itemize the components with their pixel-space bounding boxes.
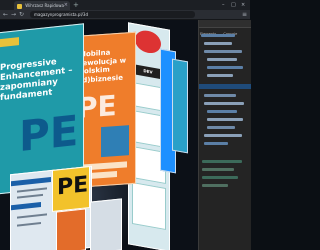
tab-title: Wihrzasz Rapidowa [25,3,64,8]
back-icon[interactable]: ← [3,10,8,19]
dom-node[interactable] [207,118,243,121]
yellow-card-text: PE [57,172,89,201]
selected-node[interactable] [199,84,251,89]
cover-big-text: PE [19,105,79,162]
cover-title: Progressive Enhancement – zapomniany fun… [0,57,73,104]
address-bar[interactable]: magazynprogramista.pl/3d [30,11,195,18]
style-rule[interactable] [202,160,242,163]
forward-icon[interactable]: → [11,10,16,19]
browser-tab[interactable]: Wihrzasz Rapidowa × [14,1,70,10]
dom-node[interactable] [207,126,235,129]
yellow-card[interactable]: PE [52,166,90,212]
layer-edge [172,58,188,154]
dom-node[interactable] [207,66,243,69]
favicon-icon [17,3,22,9]
cover-badge [0,37,19,48]
dom-node[interactable] [207,58,237,61]
sidebar-box [132,182,166,230]
tab-close-icon[interactable]: × [64,1,68,10]
red-badge [135,28,161,56]
minimize-icon[interactable]: – [222,0,225,10]
dom-node[interactable] [207,74,233,77]
dom-node[interactable] [204,134,242,137]
dom-node[interactable] [201,34,235,37]
style-rule[interactable] [202,168,234,171]
lower-page [90,198,122,250]
menu-icon[interactable]: ≡ [242,10,247,19]
maximize-icon[interactable]: □ [231,0,236,10]
lower-text-line [17,193,43,199]
page-3d-view[interactable]: DEV Mobilna rewolucja w polskim (d)bizne… [0,20,198,250]
dom-node[interactable] [204,102,244,105]
close-icon[interactable]: × [241,0,245,10]
article-photo [101,125,129,158]
browser-toolbar: ← → ↻ magazynprogramista.pl/3d ≡ [0,10,250,20]
style-rule[interactable] [202,176,238,179]
dom-node[interactable] [207,110,237,113]
title-bar: Wihrzasz Rapidowa × + – □ × [0,0,250,10]
dom-node[interactable] [204,50,242,53]
lower-cover [56,208,86,250]
dom-node[interactable] [204,94,236,97]
lower-text-line [17,222,41,227]
style-rule[interactable] [202,184,228,187]
devtools-panel[interactable]: Elements Console [198,20,251,250]
lower-bar [11,202,41,211]
article-title: Mobilna rewolucja w polskim (d)biznesie [79,48,127,85]
lower-text-line [17,187,47,193]
right-logo: DEV [133,64,163,80]
new-tab-button[interactable]: + [73,0,79,10]
devtools-tabs: Elements Console [199,20,251,36]
lower-text-line [17,213,47,219]
reload-icon[interactable]: ↻ [19,10,24,19]
dom-node[interactable] [204,142,228,145]
dom-node[interactable] [204,42,232,45]
lower-bar [11,177,51,187]
